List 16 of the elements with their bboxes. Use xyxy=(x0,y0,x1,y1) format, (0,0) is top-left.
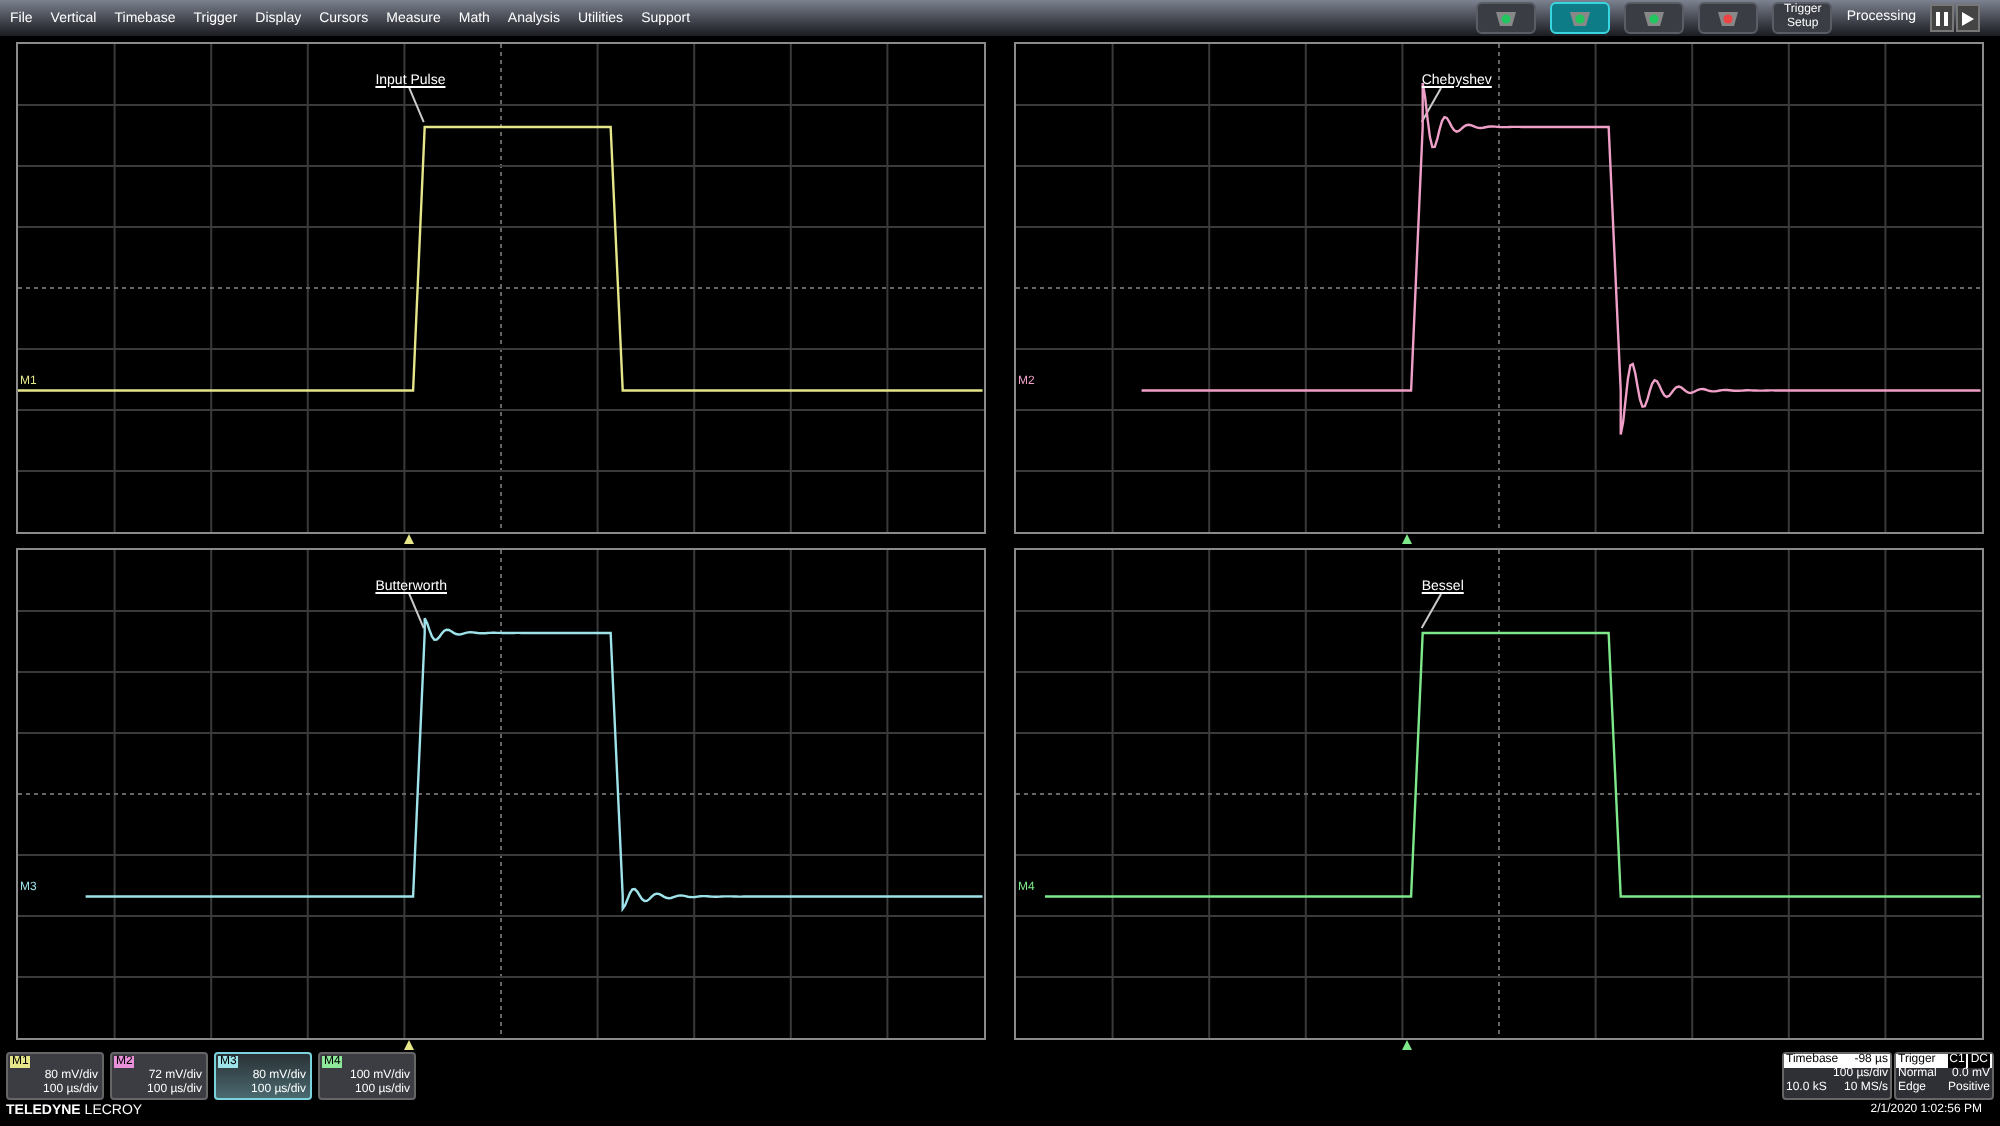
leader-line xyxy=(1420,592,1443,630)
trigger-mode-button[interactable] xyxy=(1550,2,1611,34)
leader-line xyxy=(408,86,425,124)
pause-button[interactable] xyxy=(1930,4,1954,32)
trigger-mode-button[interactable] xyxy=(1624,2,1685,34)
play-icon xyxy=(1962,11,1974,25)
play-button[interactable] xyxy=(1956,4,1980,32)
trigger-mode-button[interactable] xyxy=(1476,2,1537,34)
leader-line xyxy=(1420,86,1443,124)
lamp-icon xyxy=(1566,8,1595,28)
leader-line xyxy=(408,592,425,630)
lamp-icon xyxy=(1640,8,1669,28)
trigger-mode-button[interactable] xyxy=(1698,2,1759,34)
pause-icon xyxy=(1936,11,1948,25)
lamp-icon xyxy=(1714,8,1743,28)
lamp-icon xyxy=(1492,8,1521,28)
